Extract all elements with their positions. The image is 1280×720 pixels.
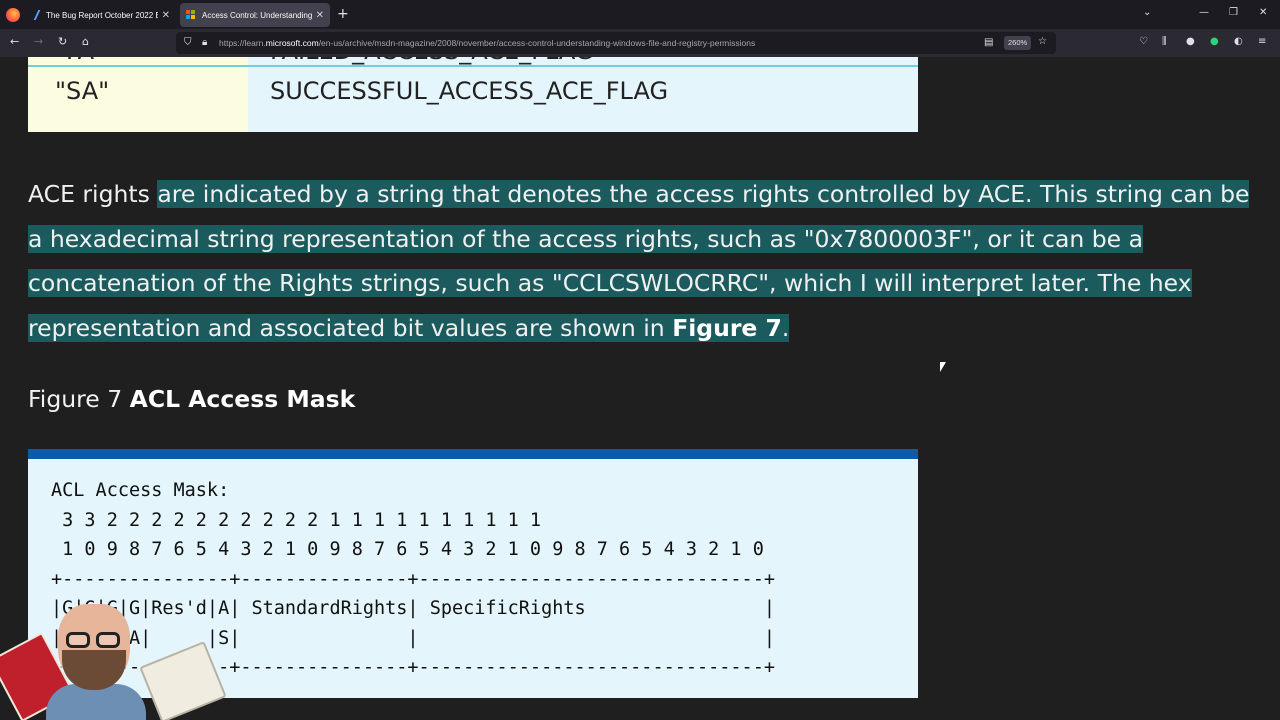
navigation-toolbar: ← → ↻ ⌂ ⛉ 🔒︎ https://learn.microsoft.com… [0,29,1280,57]
figure-7-link[interactable]: Figure 7 [672,314,782,342]
new-tab-button[interactable]: + [337,6,349,22]
grammar-extension-icon[interactable]: ● [1210,36,1219,47]
shield-icon[interactable]: ⛉ [184,37,192,48]
url-text[interactable]: https://learn.microsoft.com/en-us/archiv… [219,38,755,48]
firefox-icon[interactable] [6,8,20,22]
table-cell: SUCCESSFUL_ACCESS_ACE_FLAG [270,77,669,105]
minimize-button[interactable]: — [1199,7,1209,18]
figure-caption: Figure 7 ACL Access Mask [28,385,356,413]
paragraph-lead: ACE rights [28,180,158,208]
list-all-tabs-icon[interactable]: ⌄ [1143,7,1151,18]
library-icon[interactable]: ⫼ [1162,36,1167,47]
back-icon[interactable]: ← [10,35,19,48]
presenter-avatar [0,592,230,720]
menu-icon[interactable]: ≡ [1258,36,1266,47]
mouse-cursor-icon [940,362,946,372]
close-tab-icon[interactable]: ✕ [162,10,170,21]
lock-icon[interactable]: 🔒︎ [202,37,207,48]
tab-title: Access Control: Understanding [202,10,312,20]
restore-button[interactable]: ❐ [1229,7,1238,18]
table-cell: FAILED_ACCESS_ACE_FLAG [270,57,594,65]
tab-strip: The Bug Report October 2022 E ✕ Access C… [0,0,1280,29]
flags-table: "FA" FAILED_ACCESS_ACE_FLAG "SA" SUCCESS… [28,57,918,132]
home-icon[interactable]: ⌂ [82,35,89,48]
tab-title: The Bug Report October 2022 E [46,10,158,20]
table-cell: "FA" [55,57,105,65]
code-block-header [28,449,918,459]
pocket-icon[interactable]: ♡ [1139,36,1148,47]
extension-icon[interactable]: ● [1186,36,1195,47]
close-tab-icon[interactable]: ✕ [316,10,324,21]
zoom-level-badge[interactable]: 260% [1004,36,1032,50]
url-bar[interactable]: ⛉ 🔒︎ https://learn.microsoft.com/en-us/a… [176,32,1056,54]
table-cell: "SA" [55,77,110,105]
dark-mode-icon[interactable]: ◐ [1234,36,1243,47]
row-divider [28,65,918,67]
close-window-button[interactable]: ✕ [1259,7,1267,18]
selected-text: are indicated by a string that denotes t… [28,180,1250,342]
tab-access-control[interactable]: Access Control: Understanding ✕ [180,3,330,27]
tab-bug-report[interactable]: The Bug Report October 2022 E ✕ [30,3,176,27]
bookmark-star-icon[interactable]: ☆ [1038,36,1047,47]
microsoft-logo-icon [186,10,196,20]
pen-icon [33,10,43,20]
reader-view-icon[interactable]: ▤ [984,37,993,48]
ace-rights-paragraph: ACE rights are indicated by a string tha… [28,172,1268,350]
forward-icon[interactable]: → [34,35,43,48]
reload-icon[interactable]: ↻ [58,35,67,48]
glasses-icon [66,632,122,648]
open-book-icon [139,641,227,720]
